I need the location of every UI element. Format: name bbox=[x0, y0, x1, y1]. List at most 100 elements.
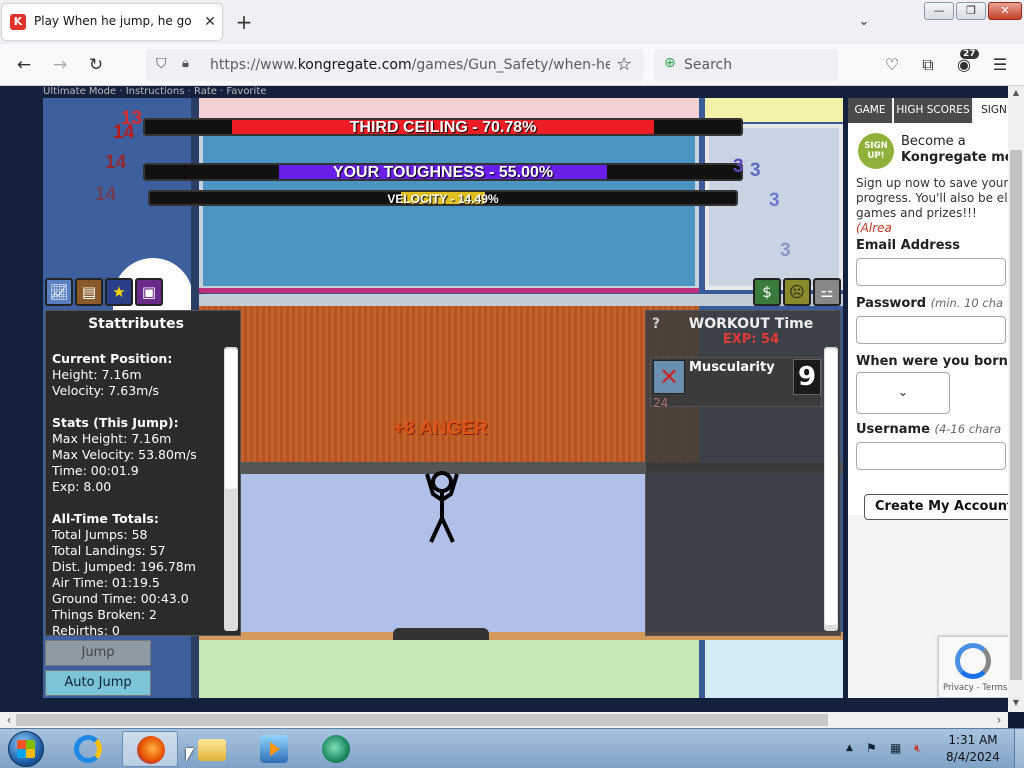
stat-line: Total Landings: 57 bbox=[52, 543, 166, 558]
birthdate-select[interactable]: ⌄ bbox=[856, 372, 950, 414]
workout-scroll-thumb[interactable] bbox=[825, 349, 837, 625]
email-field[interactable] bbox=[856, 258, 1006, 286]
scroll-up-arrow-icon[interactable]: ▲ bbox=[1008, 88, 1024, 100]
volume-muted-icon[interactable]: 🔇︎ bbox=[914, 741, 922, 756]
window-restore-button[interactable]: ❐ bbox=[956, 2, 986, 20]
help-icon[interactable]: ? bbox=[652, 316, 660, 332]
face-icon[interactable]: ☹ bbox=[783, 278, 811, 306]
stattributes-title: Stattributes bbox=[88, 316, 184, 332]
recaptcha-icon bbox=[955, 643, 991, 679]
gain-number: 3 bbox=[769, 190, 780, 211]
taskbar-internet-explorer[interactable] bbox=[60, 731, 116, 767]
reload-icon[interactable]: ↻ bbox=[84, 53, 108, 77]
toughness-label: YOUR TOUGHNESS - 55.00% bbox=[332, 164, 554, 181]
hamburger-menu-icon[interactable]: ☰ bbox=[988, 53, 1012, 77]
page-vertical-scroll-thumb[interactable] bbox=[1010, 150, 1022, 680]
chart-icon[interactable]: 📈︎ bbox=[45, 278, 73, 306]
star-icon[interactable]: ★ bbox=[105, 278, 133, 306]
pocket-icon[interactable]: ♡ bbox=[880, 53, 904, 77]
start-button[interactable] bbox=[6, 731, 46, 767]
internet-explorer-icon bbox=[74, 735, 102, 763]
horizontal-scroll-thumb[interactable] bbox=[16, 714, 828, 726]
stat-line: Total Jumps: 58 bbox=[52, 527, 148, 542]
anger-popup: +8 ANGER bbox=[393, 418, 488, 439]
damage-number: 14 bbox=[105, 152, 127, 173]
stattributes-list: Current Position: Height: 7.16m Velocity… bbox=[52, 351, 222, 635]
clock-date[interactable]: 8/4/2024 bbox=[936, 750, 1010, 764]
workout-item-level: 9 bbox=[793, 359, 821, 395]
stat-line: Time: 00:01.9 bbox=[52, 463, 139, 478]
bookmark-star-icon[interactable]: ☆ bbox=[616, 54, 632, 75]
search-box[interactable]: ⊕ Search bbox=[654, 49, 838, 81]
create-account-button[interactable]: Create My Account bbox=[864, 494, 1008, 520]
scroll-left-arrow-icon[interactable]: ‹ bbox=[2, 712, 16, 728]
dumbbell-icon[interactable]: ⚍ bbox=[813, 278, 841, 306]
stat-heading: All-Time Totals: bbox=[52, 511, 159, 526]
tab-close-icon[interactable]: ✕ bbox=[200, 12, 220, 32]
stattributes-panel: Stattributes Current Position: Height: 7… bbox=[45, 310, 241, 636]
taskbar-firefox[interactable] bbox=[122, 731, 178, 767]
already-member-link[interactable]: (Alrea bbox=[856, 221, 892, 235]
stat-line: Height: 7.16m bbox=[52, 367, 142, 382]
clock-time[interactable]: 1:31 AM bbox=[936, 733, 1010, 747]
stick-figure bbox=[425, 471, 459, 543]
workout-panel: ? WORKOUT Time EXP: 54 ✕ Muscularity 9 2… bbox=[645, 310, 841, 636]
toughness-bar: YOUR TOUGHNESS - 55.00% bbox=[143, 163, 743, 181]
book-icon[interactable]: ▤ bbox=[75, 278, 103, 306]
save-icon[interactable]: ▣ bbox=[135, 278, 163, 306]
window-minimize-button[interactable]: — bbox=[924, 2, 954, 20]
stat-line: Air Time: 01:19.5 bbox=[52, 575, 160, 590]
browser-tab-bar: K Play When he jump, he go up h ✕ + ⌄ — … bbox=[0, 0, 1024, 44]
url-bar[interactable]: ⛉ 🔒︎ https://www.kongregate.com/games/Gu… bbox=[146, 49, 644, 81]
velocity-label: VELOCITY - 14.49% bbox=[387, 192, 499, 206]
browser-tab[interactable]: K Play When he jump, he go up h ✕ bbox=[2, 4, 222, 40]
recaptcha-widget[interactable]: Privacy - Terms bbox=[938, 636, 1008, 698]
birthdate-label: When were you born bbox=[856, 354, 1008, 369]
auto-jump-button[interactable]: Auto Jump bbox=[45, 670, 151, 696]
back-arrow-icon[interactable]: ← bbox=[12, 53, 36, 77]
jump-button[interactable]: Jump bbox=[45, 640, 151, 666]
taskbar-app[interactable] bbox=[308, 731, 364, 767]
tab-high-scores[interactable]: HIGH SCORES bbox=[894, 98, 972, 123]
window-close-button[interactable]: ✕ bbox=[988, 2, 1022, 20]
extensions-icon[interactable]: ⧉ bbox=[916, 53, 940, 77]
media-player-icon bbox=[260, 735, 288, 763]
workout-item-muscularity[interactable]: ✕ Muscularity 9 24 bbox=[650, 357, 822, 410]
password-hint: (min. 10 cha bbox=[930, 296, 1004, 310]
password-label: Password (min. 10 cha bbox=[856, 296, 1004, 311]
username-field[interactable] bbox=[856, 442, 1006, 470]
shield-icon[interactable]: ⛉ bbox=[156, 56, 167, 72]
game-top-nav[interactable]: Ultimate Mode · Instructions · Rate · Fa… bbox=[43, 86, 443, 98]
stat-line: Ground Time: 00:43.0 bbox=[52, 591, 189, 606]
url-text[interactable]: https://www.kongregate.com/games/Gun_Saf… bbox=[210, 57, 610, 73]
workout-scrollbar[interactable] bbox=[824, 347, 838, 631]
show-desktop-button[interactable] bbox=[1014, 729, 1024, 768]
action-center-flag-icon[interactable]: ⚑ bbox=[866, 741, 877, 755]
stat-line: Dist. Jumped: 196.78m bbox=[52, 559, 196, 574]
network-icon[interactable]: ▦ bbox=[890, 741, 901, 755]
password-field[interactable] bbox=[856, 316, 1006, 344]
game-canvas[interactable]: THIRD CEILING - 70.78% YOUR TOUGHNESS - … bbox=[43, 98, 843, 698]
stattributes-scrollbar[interactable] bbox=[224, 347, 238, 631]
blue-block bbox=[199, 122, 699, 290]
chevron-down-icon[interactable]: ⌄ bbox=[852, 10, 876, 34]
stattributes-scroll-thumb[interactable] bbox=[225, 349, 237, 489]
damage-number: 14 bbox=[113, 122, 135, 143]
tray-expand-icon[interactable]: ▲ bbox=[846, 743, 853, 753]
stat-heading: Current Position: bbox=[52, 351, 173, 366]
money-icon[interactable]: $ bbox=[753, 278, 781, 306]
scroll-down-arrow-icon[interactable]: ▼ bbox=[1008, 698, 1024, 710]
app-icon bbox=[322, 735, 350, 763]
new-tab-icon[interactable]: + bbox=[232, 10, 256, 34]
tab-game[interactable]: GAME bbox=[848, 98, 892, 123]
recaptcha-links[interactable]: Privacy - Terms bbox=[943, 683, 1007, 693]
lock-icon[interactable]: 🔒︎ bbox=[182, 56, 189, 71]
scroll-right-arrow-icon[interactable]: › bbox=[992, 712, 1006, 728]
forward-arrow-icon[interactable]: → bbox=[48, 53, 72, 77]
workout-exp: EXP: 54 bbox=[722, 332, 780, 347]
muscularity-icon: ✕ bbox=[653, 360, 685, 394]
taskbar-media-player[interactable] bbox=[246, 731, 302, 767]
search-icon: ⊕ bbox=[664, 55, 676, 71]
kongregate-favicon-icon: K bbox=[10, 14, 26, 30]
tab-sign-up[interactable]: SIGN bbox=[974, 98, 1008, 123]
